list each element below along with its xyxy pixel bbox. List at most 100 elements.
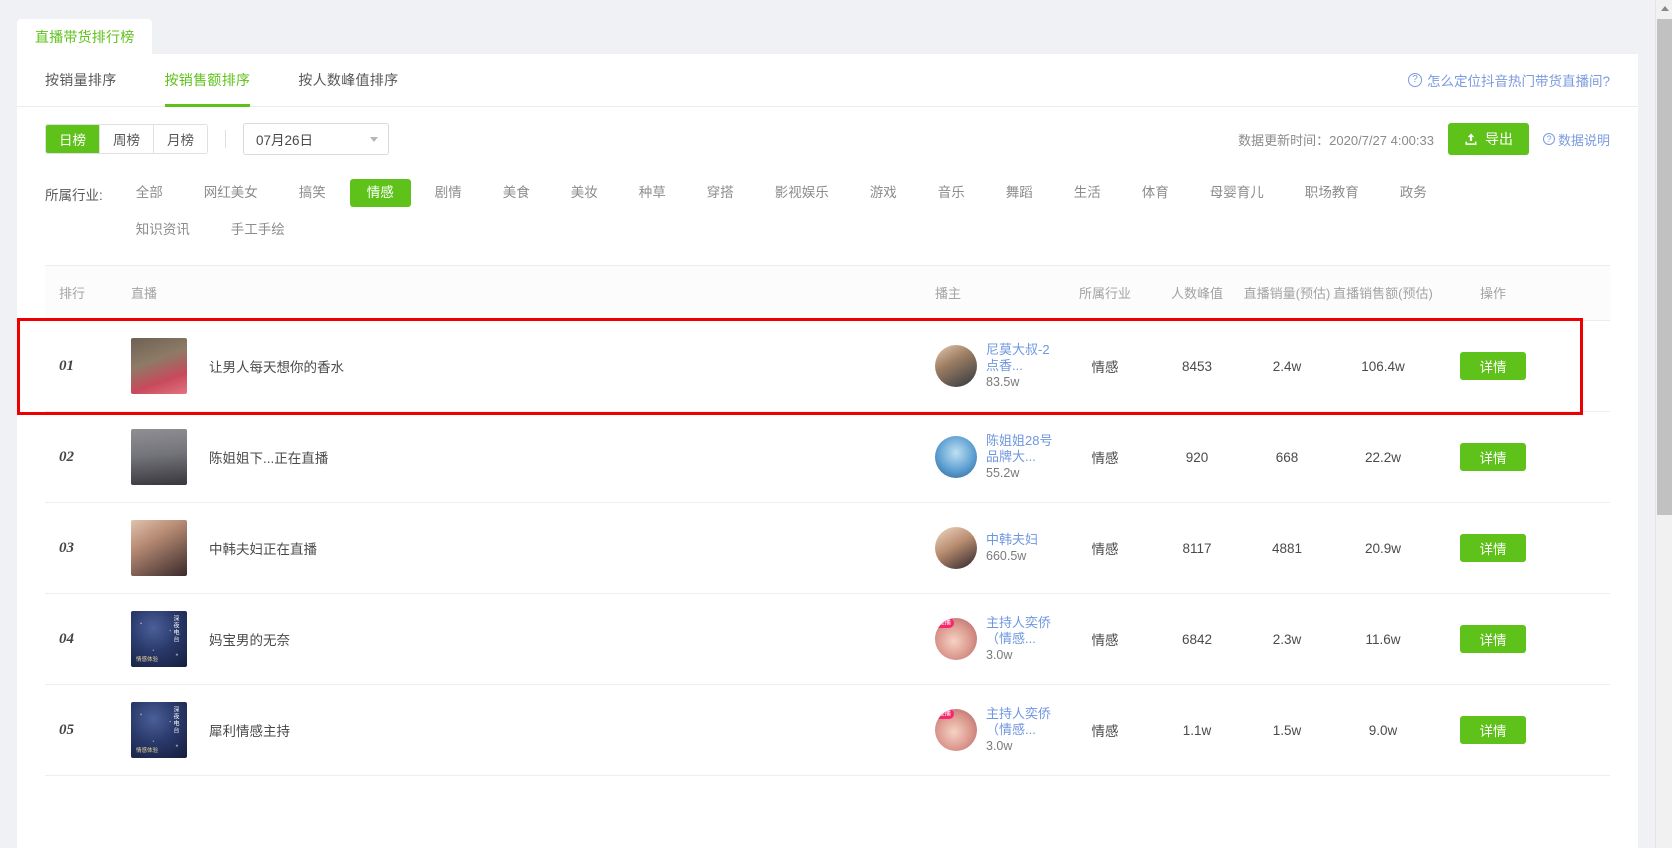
avatar[interactable]	[935, 345, 977, 387]
industry-tag-music[interactable]: 音乐	[921, 179, 982, 207]
column-header-sales: 直播销量(预估)	[1243, 285, 1331, 301]
help-link-hot-live-rooms[interactable]: ? 怎么定位抖音热门带货直播间?	[1407, 70, 1610, 90]
industry-tag-film-entertainment[interactable]: 影视娱乐	[758, 179, 846, 207]
host-name-link[interactable]: 主持人奕侨（情感...	[986, 706, 1057, 738]
detail-button[interactable]: 详情	[1460, 352, 1526, 380]
tab-sort-by-peak-viewers[interactable]: 按人数峰值排序	[298, 54, 398, 107]
period-option-label: 日榜	[59, 133, 86, 148]
rank-number: 03	[59, 540, 74, 556]
live-title: 犀利情感主持	[209, 724, 290, 739]
industry-tag-government[interactable]: 政务	[1383, 179, 1444, 207]
table-row[interactable]: 02 陈姐姐下...正在直播 陈姐姐28号品牌大... 55.2w 情感 920…	[45, 412, 1610, 503]
row-operation-cell: 详情	[1433, 443, 1553, 471]
industry-tag-emotion[interactable]: 情感	[349, 179, 411, 207]
scroll-up-arrow-icon[interactable]	[1656, 0, 1672, 17]
row-sales-amount: 22.2w	[1364, 449, 1402, 465]
industry-tag-drama[interactable]: 剧情	[418, 179, 479, 207]
row-industry: 情感	[1091, 633, 1119, 648]
date-select[interactable]: 07月26日	[243, 123, 389, 155]
row-industry: 情感	[1091, 360, 1119, 375]
industry-tag-life[interactable]: 生活	[1057, 179, 1118, 207]
industry-tag-handcraft-drawing[interactable]: 手工手绘	[214, 216, 302, 244]
live-thumbnail[interactable]	[131, 520, 187, 576]
live-thumbnail[interactable]	[131, 429, 187, 485]
upload-icon	[1465, 133, 1477, 145]
industry-tag-makeup[interactable]: 美妆	[554, 179, 615, 207]
vertical-scrollbar[interactable]	[1655, 0, 1672, 848]
industry-tag-all[interactable]: 全部	[119, 179, 180, 207]
thumbnail-art-text: 深夜电台	[172, 706, 178, 734]
industry-tag-sports[interactable]: 体育	[1125, 179, 1186, 207]
industry-tag-comedy[interactable]: 搞笑	[282, 179, 343, 207]
industry-tag-dance[interactable]: 舞蹈	[989, 179, 1050, 207]
row-peak-viewers: 1.1w	[1182, 722, 1212, 738]
row-industry: 情感	[1091, 724, 1119, 739]
column-header-operation: 操作	[1479, 285, 1506, 301]
scrollbar-thumb[interactable]	[1657, 19, 1672, 515]
help-link-label: 怎么定位抖音热门带货直播间?	[1426, 74, 1610, 89]
avatar[interactable]: 直播	[935, 709, 977, 751]
avatar[interactable]: 直播	[935, 618, 977, 660]
industry-tag-parenting[interactable]: 母婴育儿	[1193, 179, 1281, 207]
row-host-cell: 中韩夫妇 660.5w	[925, 527, 1057, 569]
live-thumbnail[interactable]: 深夜电台 情感体验	[131, 702, 187, 758]
row-peak-viewers: 8117	[1182, 540, 1212, 556]
host-name-link[interactable]: 主持人奕侨（情感...	[986, 615, 1057, 647]
live-thumbnail[interactable]: 深夜电台 情感体验	[131, 611, 187, 667]
industry-tag-knowledge-news[interactable]: 知识资讯	[119, 216, 207, 244]
host-name-link[interactable]: 陈姐姐28号品牌大...	[986, 433, 1057, 465]
table-row[interactable]: 03 中韩夫妇正在直播 中韩夫妇 660.5w 情感 8117 4881 20.…	[45, 503, 1610, 594]
period-option-weekly[interactable]: 周榜	[100, 125, 154, 153]
thumbnail-art-text: 深夜电台	[172, 615, 178, 643]
tab-live-commerce-ranking[interactable]: 直播带货排行榜	[17, 19, 153, 54]
period-option-daily[interactable]: 日榜	[46, 125, 100, 153]
detail-button[interactable]: 详情	[1460, 443, 1526, 471]
row-sales-amount: 106.4w	[1361, 358, 1405, 374]
question-circle-icon: ?	[1407, 73, 1422, 87]
data-update-time: 数据更新时间：2020/7/27 4:00:33	[1238, 132, 1434, 148]
table-row[interactable]: 05 深夜电台 情感体验 犀利情感主持 直播 主持人奕侨（情感... 3.0w …	[45, 685, 1610, 776]
detail-button[interactable]: 详情	[1460, 716, 1526, 744]
rank-number: 05	[59, 722, 74, 738]
row-host-cell: 陈姐姐28号品牌大... 55.2w	[925, 433, 1057, 481]
rank-number: 04	[59, 631, 74, 647]
table-body: 01 让男人每天想你的香水 尼莫大叔-2点香... 83.5w 情感 8453 …	[17, 318, 1610, 776]
period-segmented-control: 日榜 周榜 月榜	[45, 124, 208, 154]
host-meta: 陈姐姐28号品牌大... 55.2w	[986, 433, 1057, 481]
host-name-link[interactable]: 中韩夫妇	[986, 532, 1038, 548]
rank-number: 01	[59, 358, 74, 374]
tab-sort-by-sales-amount[interactable]: 按销售额排序	[164, 54, 251, 107]
live-status-badge: 直播	[935, 618, 954, 629]
industry-tag-career-education[interactable]: 职场教育	[1288, 179, 1376, 207]
export-button[interactable]: 导出	[1447, 123, 1529, 155]
industry-tag-games[interactable]: 游戏	[853, 179, 914, 207]
row-sales-volume: 2.3w	[1272, 631, 1302, 647]
live-thumbnail[interactable]	[131, 338, 187, 394]
industry-tag-food[interactable]: 美食	[486, 179, 547, 207]
row-rank-cell: 02	[45, 448, 115, 466]
column-header-live: 直播	[131, 285, 158, 301]
industry-tag-influencer-beauty[interactable]: 网红美女	[187, 179, 275, 207]
table-row[interactable]: 01 让男人每天想你的香水 尼莫大叔-2点香... 83.5w 情感 8453 …	[45, 321, 1610, 412]
tab-sort-by-volume[interactable]: 按销量排序	[45, 54, 117, 107]
industry-filter-label: 所属行业:	[45, 188, 103, 203]
update-info-group: 数据更新时间：2020/7/27 4:00:33 导出 ? 数据说明	[1238, 123, 1610, 155]
row-sales-volume: 2.4w	[1272, 358, 1302, 374]
industry-tag-recommendation[interactable]: 种草	[622, 179, 683, 207]
host-meta: 中韩夫妇 660.5w	[986, 532, 1038, 564]
host-name-link[interactable]: 尼莫大叔-2点香...	[986, 342, 1057, 374]
avatar[interactable]	[935, 527, 977, 569]
table-row[interactable]: 04 深夜电台 情感体验 妈宝男的无奈 直播 主持人奕侨（情感... 3.0w …	[45, 594, 1610, 685]
sort-tab-label: 按人数峰值排序	[298, 72, 399, 88]
row-operation-cell: 详情	[1433, 352, 1553, 380]
industry-tag-fashion[interactable]: 穿搭	[690, 179, 751, 207]
detail-button[interactable]: 详情	[1460, 625, 1526, 653]
period-option-monthly[interactable]: 月榜	[154, 125, 207, 153]
avatar[interactable]	[935, 436, 977, 478]
column-header-peak: 人数峰值	[1170, 285, 1223, 301]
row-rank-cell: 01	[45, 357, 115, 375]
top-tab-label: 直播带货排行榜	[35, 29, 135, 45]
thumbnail-art-bottom: 情感体验	[136, 748, 159, 754]
data-description-link[interactable]: ? 数据说明	[1542, 130, 1610, 149]
detail-button[interactable]: 详情	[1460, 534, 1526, 562]
